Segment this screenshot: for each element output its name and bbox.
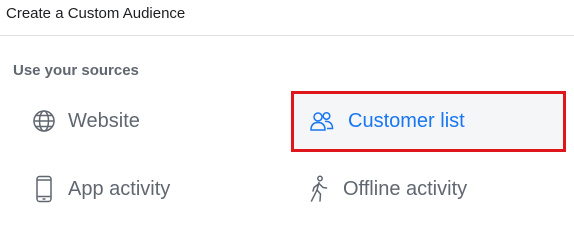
globe-icon <box>30 107 58 135</box>
source-option-label: App activity <box>68 177 171 200</box>
custom-audience-panel: Create a Custom Audience Use your source… <box>0 0 574 245</box>
walking-person-icon <box>305 175 333 203</box>
source-option-website[interactable]: Website <box>30 92 280 150</box>
source-option-label: Customer list <box>348 110 465 132</box>
source-option-app-activity[interactable]: App activity <box>30 160 280 218</box>
mobile-phone-icon <box>30 175 58 203</box>
source-option-label: Website <box>68 109 140 132</box>
source-option-label: Offline activity <box>343 177 468 200</box>
source-option-offline-activity[interactable]: Offline activity <box>305 160 565 218</box>
sources-section-label: Use your sources <box>13 62 139 79</box>
panel-header: Create a Custom Audience <box>0 0 574 36</box>
page-title: Create a Custom Audience <box>6 5 186 22</box>
people-icon <box>308 108 336 136</box>
source-option-customer-list[interactable]: Customer list <box>291 91 566 152</box>
